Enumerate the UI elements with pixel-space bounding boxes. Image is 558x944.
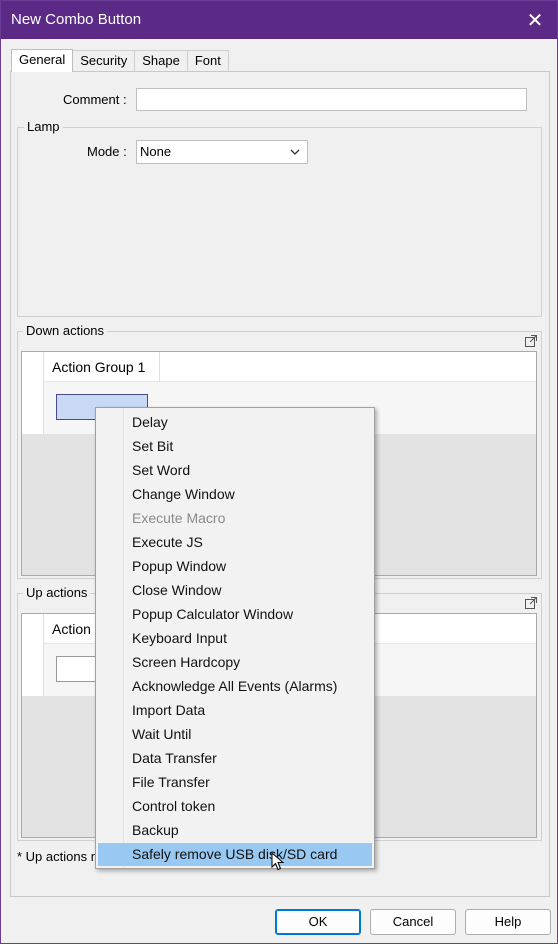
row-header [22,614,44,696]
title-bar[interactable]: New Combo Button ✕ [1,1,557,39]
menu-item[interactable]: Data Transfer [98,747,372,770]
menu-item[interactable]: Change Window [98,483,372,506]
menu-item[interactable]: Set Word [98,459,372,482]
mode-label: Mode : [87,144,127,159]
menu-item[interactable]: Safely remove USB disk/SD card [98,843,372,866]
menu-item[interactable]: Import Data [98,699,372,722]
chevron-down-icon [289,141,301,170]
ok-button[interactable]: OK [275,909,361,935]
menu-item[interactable]: Delay [98,411,372,434]
action-type-menu: Delay Set Bit Set Word Change Window Execute… [95,407,375,869]
mode-select-value: None [140,144,172,159]
menu-item[interactable]: Keyboard Input [98,627,372,650]
down-actions-title: Down actions [23,323,108,338]
menu-item[interactable]: Control token [98,795,372,818]
row-header [22,352,44,434]
tab-security[interactable]: Security [72,50,136,72]
open-external-icon[interactable] [524,596,538,610]
lamp-group-title: Lamp [24,119,63,134]
menu-item[interactable]: Popup Calculator Window [98,603,372,626]
dialog-window: New Combo Button ✕ General Security Shap… [0,0,558,944]
menu-item[interactable]: Popup Window [98,555,372,578]
menu-item[interactable]: Screen Hardcopy [98,651,372,674]
comment-label: Comment : [63,92,127,107]
menu-item[interactable]: Set Bit [98,435,372,458]
tab-shape[interactable]: Shape [134,50,188,72]
mouse-pointer-icon [271,852,285,871]
tab-font[interactable]: Font [186,50,229,72]
menu-item: Execute Macro [132,510,226,526]
menu-item[interactable]: Wait Until [98,723,372,746]
mode-select[interactable]: None [136,140,308,164]
footnote-text: * Up actions n [17,849,98,864]
action-group-header[interactable]: Action Group 1 [44,352,160,382]
menu-item[interactable]: Acknowledge All Events (Alarms) [98,675,372,698]
window-title: New Combo Button [11,11,142,28]
open-external-icon[interactable] [524,334,538,348]
tab-general[interactable]: General [11,49,74,72]
cancel-button[interactable]: Cancel [370,909,456,935]
menu-item[interactable]: Backup [98,819,372,842]
up-actions-title: Up actions [23,585,91,600]
menu-item[interactable]: File Transfer [98,771,372,794]
menu-item[interactable]: Execute JS [98,531,372,554]
help-button[interactable]: Help [465,909,551,935]
menu-item[interactable]: Close Window [98,579,372,602]
close-icon[interactable]: ✕ [513,1,557,39]
comment-field[interactable] [136,88,527,111]
column-header: Action Group 1 [44,352,536,382]
tab-strip: General Security Shape Font [11,49,229,72]
